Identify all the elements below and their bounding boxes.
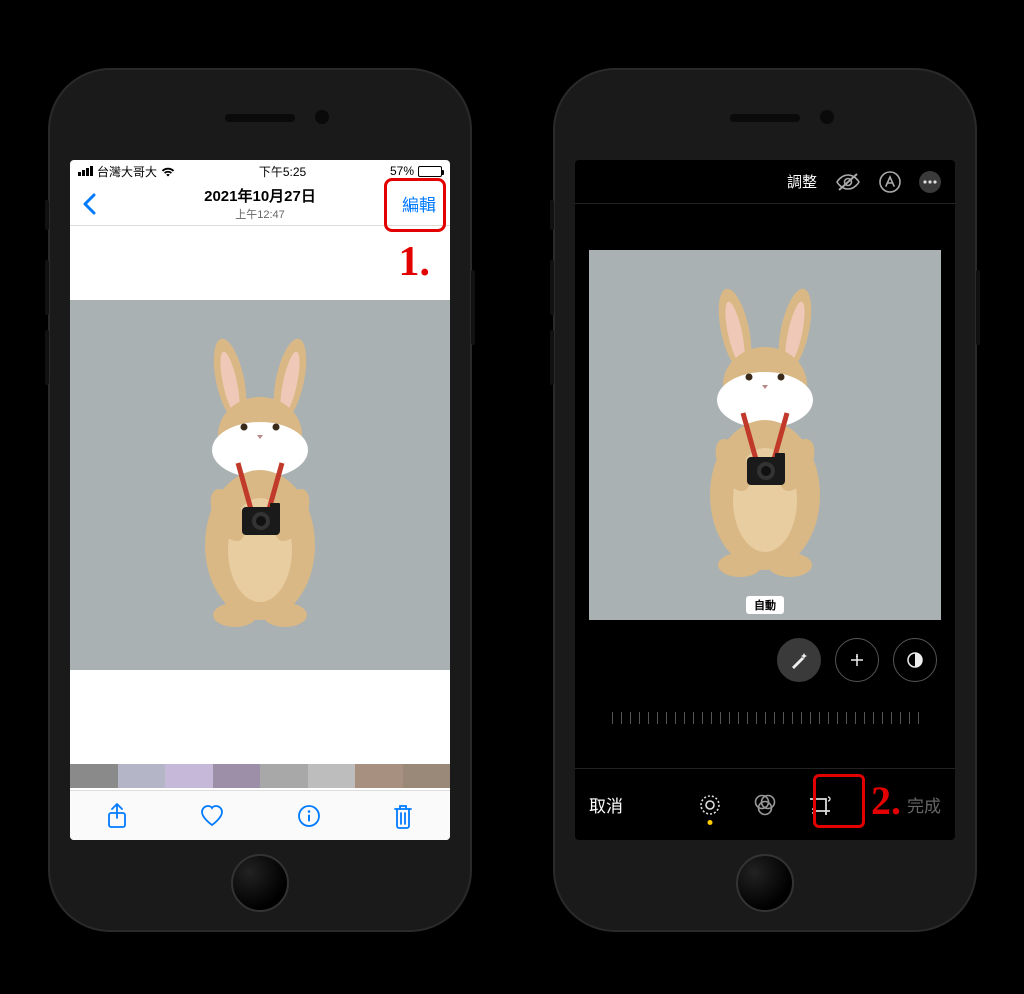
brilliance-button[interactable] xyxy=(893,638,937,682)
edit-button[interactable]: 編輯 xyxy=(394,187,444,220)
adjust-label: 調整 xyxy=(787,171,817,192)
home-button[interactable] xyxy=(736,854,794,912)
mute-switch xyxy=(550,200,554,230)
adjustment-ruler[interactable] xyxy=(575,700,955,724)
mute-switch xyxy=(45,200,49,230)
markup-icon[interactable] xyxy=(879,171,901,193)
edit-top-bar: 調整 xyxy=(575,160,955,204)
home-button[interactable] xyxy=(231,854,289,912)
auto-label: 自動 xyxy=(746,596,784,614)
cancel-button[interactable]: 取消 xyxy=(589,792,623,817)
more-icon[interactable] xyxy=(919,171,941,193)
filters-tab-icon[interactable] xyxy=(752,793,778,817)
favorite-button[interactable] xyxy=(199,804,225,828)
power-button xyxy=(976,270,980,345)
edit-photo-content[interactable]: 自動 xyxy=(589,250,941,620)
earpiece xyxy=(730,114,800,122)
bunny-illustration xyxy=(170,335,350,635)
power-button xyxy=(471,270,475,345)
photo-content[interactable] xyxy=(70,300,450,670)
earpiece xyxy=(225,114,295,122)
annotation-number: 1. xyxy=(399,238,431,286)
status-bar: 台灣大哥大 下午5:25 57% xyxy=(70,160,450,182)
nav-bar: 2021年10月27日 上午12:47 編輯 xyxy=(70,182,450,226)
wifi-icon xyxy=(161,166,175,177)
volume-down-button xyxy=(45,330,49,385)
adjust-tab-icon[interactable] xyxy=(698,793,722,817)
thumbnail-strip[interactable] xyxy=(70,764,450,788)
back-button[interactable] xyxy=(76,193,102,215)
auto-enhance-button[interactable] xyxy=(777,638,821,682)
done-button[interactable]: 完成 xyxy=(907,792,941,817)
volume-up-button xyxy=(45,260,49,315)
trash-button[interactable] xyxy=(392,803,414,829)
info-button[interactable] xyxy=(297,804,321,828)
phone-mockup-left: 台灣大哥大 下午5:25 57% 2021年10月27日 上午12:47 編輯 … xyxy=(50,70,470,930)
volume-up-button xyxy=(550,260,554,315)
exposure-button[interactable] xyxy=(835,638,879,682)
front-camera xyxy=(315,110,329,124)
battery-percent: 57% xyxy=(390,164,414,178)
hide-icon[interactable] xyxy=(835,172,861,192)
front-camera xyxy=(820,110,834,124)
status-time: 下午5:25 xyxy=(259,163,306,180)
adjustment-row xyxy=(777,638,937,682)
battery-icon xyxy=(418,166,442,177)
crop-tab-icon[interactable] xyxy=(808,793,832,817)
signal-icon xyxy=(78,166,93,176)
volume-down-button xyxy=(550,330,554,385)
photo-time: 上午12:47 xyxy=(204,206,316,222)
screen-edit-view: 調整 xyxy=(575,160,955,840)
photo-date: 2021年10月27日 xyxy=(204,185,316,206)
bunny-illustration xyxy=(675,285,855,585)
nav-title: 2021年10月27日 上午12:47 xyxy=(204,185,316,222)
toolbar xyxy=(70,790,450,840)
screen-photo-view: 台灣大哥大 下午5:25 57% 2021年10月27日 上午12:47 編輯 … xyxy=(70,160,450,840)
annotation-number: 2. xyxy=(871,777,901,824)
share-button[interactable] xyxy=(106,803,128,829)
phone-mockup-right: 調整 xyxy=(555,70,975,930)
carrier-label: 台灣大哥大 xyxy=(97,163,157,180)
